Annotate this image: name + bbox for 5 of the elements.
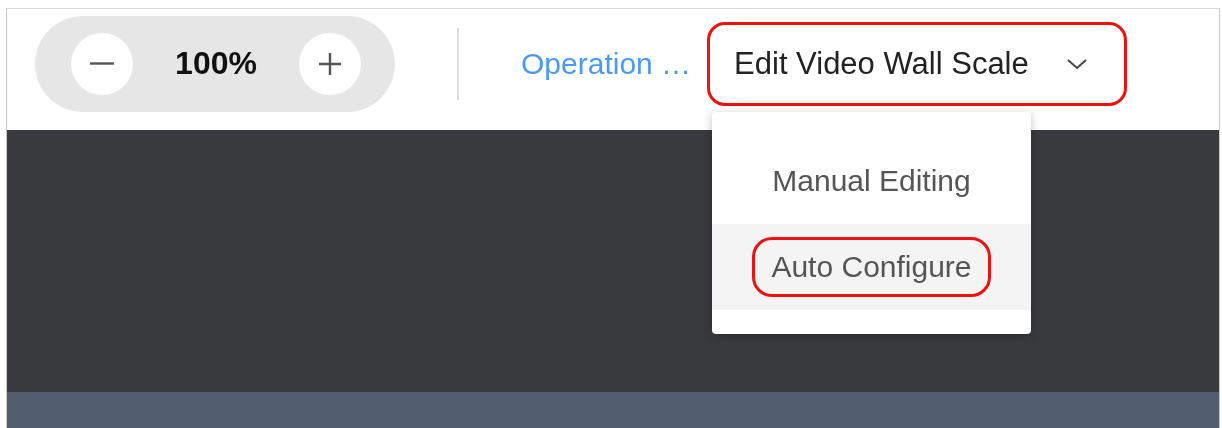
- minus-icon: [90, 62, 114, 65]
- menu-item[interactable]: Manual Editing: [712, 138, 1031, 224]
- scale-dropdown[interactable]: Edit Video Wall Scale: [707, 21, 1128, 106]
- menu-item[interactable]: Auto Configure: [712, 224, 1031, 310]
- zoom-level: 100%: [175, 45, 257, 82]
